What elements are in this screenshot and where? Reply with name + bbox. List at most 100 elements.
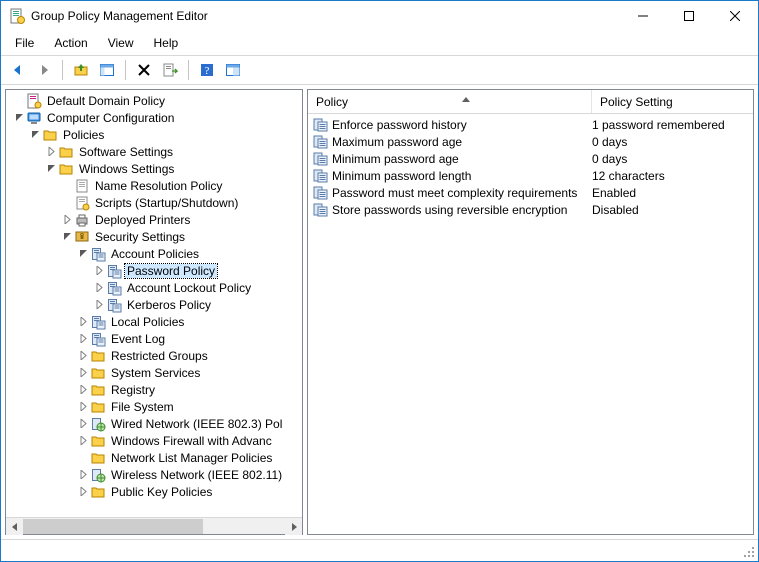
menu-view[interactable]: View	[98, 33, 144, 53]
client-area: Default Domain PolicyComputer Configurat…	[1, 85, 758, 539]
scroll-thumb[interactable]	[23, 519, 203, 534]
back-button[interactable]	[6, 59, 30, 81]
tree-label: Windows Firewall with Advanc	[109, 434, 274, 448]
expander-open-icon[interactable]	[12, 113, 26, 122]
netpol-icon	[90, 467, 106, 483]
expander-closed-icon[interactable]	[76, 317, 90, 326]
tree-row[interactable]: Windows Firewall with Advanc	[6, 432, 302, 449]
setting-icon	[312, 117, 328, 133]
tree-label: Public Key Policies	[109, 485, 214, 499]
column-setting[interactable]: Policy Setting	[592, 90, 742, 113]
policy-name: Store passwords using reversible encrypt…	[332, 203, 567, 217]
expander-closed-icon[interactable]	[92, 266, 106, 275]
tree-row[interactable]: Kerberos Policy	[6, 296, 302, 313]
expander-open-icon[interactable]	[44, 164, 58, 173]
tree-row[interactable]: Network List Manager Policies	[6, 449, 302, 466]
help-button[interactable]: ?	[195, 59, 219, 81]
filter-button[interactable]	[221, 59, 245, 81]
up-button[interactable]	[69, 59, 93, 81]
expander-closed-icon[interactable]	[76, 419, 90, 428]
policy-name: Password must meet complexity requiremen…	[332, 186, 577, 200]
close-button[interactable]	[712, 1, 758, 31]
expander-open-icon[interactable]	[76, 249, 90, 258]
tree-row[interactable]: Public Key Policies	[6, 483, 302, 500]
policy-value: 1 password remembered	[592, 118, 725, 132]
tree-row[interactable]: Security Settings	[6, 228, 302, 245]
tree-label: System Services	[109, 366, 202, 380]
expander-closed-icon[interactable]	[76, 351, 90, 360]
menu-file[interactable]: File	[5, 33, 44, 53]
resize-grip-icon[interactable]	[744, 547, 756, 559]
list-view[interactable]: Enforce password history1 password remem…	[308, 114, 753, 534]
tree-row[interactable]: Wireless Network (IEEE 802.11)	[6, 466, 302, 483]
expander-closed-icon[interactable]	[76, 402, 90, 411]
window-title: Group Policy Management Editor	[31, 9, 620, 23]
expander-open-icon[interactable]	[60, 232, 74, 241]
tree-label: Deployed Printers	[93, 213, 192, 227]
sort-ascending-icon	[348, 97, 583, 102]
expander-closed-icon[interactable]	[92, 300, 106, 309]
tree-row[interactable]: Account Policies	[6, 245, 302, 262]
tree-row[interactable]: Registry	[6, 381, 302, 398]
expander-closed-icon[interactable]	[76, 470, 90, 479]
expander-closed-icon[interactable]	[76, 368, 90, 377]
menu-help[interactable]: Help	[144, 33, 189, 53]
tree-row[interactable]: Local Policies	[6, 313, 302, 330]
tree-row[interactable]: Deployed Printers	[6, 211, 302, 228]
tree-label: Wireless Network (IEEE 802.11)	[109, 468, 284, 482]
show-hide-tree-button[interactable]	[95, 59, 119, 81]
tree-row[interactable]: Computer Configuration	[6, 109, 302, 126]
delete-button[interactable]	[132, 59, 156, 81]
delete-icon	[136, 62, 152, 78]
scroll-right-arrow-icon[interactable]	[285, 518, 302, 535]
tree-view[interactable]: Default Domain PolicyComputer Configurat…	[6, 90, 302, 517]
expander-closed-icon[interactable]	[76, 334, 90, 343]
tree-row[interactable]: Password Policy	[6, 262, 302, 279]
menu-action[interactable]: Action	[44, 33, 97, 53]
tree-row[interactable]: File System	[6, 398, 302, 415]
tree-row[interactable]: Default Domain Policy	[6, 92, 302, 109]
tree-label: Scripts (Startup/Shutdown)	[93, 196, 240, 210]
folder-icon	[90, 399, 106, 415]
tree-row[interactable]: Policies	[6, 126, 302, 143]
netpol-icon	[90, 416, 106, 432]
expander-closed-icon[interactable]	[76, 487, 90, 496]
expander-closed-icon[interactable]	[76, 436, 90, 445]
list-row[interactable]: Store passwords using reversible encrypt…	[308, 201, 753, 218]
list-row[interactable]: Password must meet complexity requiremen…	[308, 184, 753, 201]
tree-row[interactable]: System Services	[6, 364, 302, 381]
expander-closed-icon[interactable]	[60, 215, 74, 224]
list-row[interactable]: Maximum password age0 days	[308, 133, 753, 150]
policy-name: Minimum password age	[332, 152, 459, 166]
tree-label: Security Settings	[93, 230, 187, 244]
setting-icon	[312, 134, 328, 150]
expander-open-icon[interactable]	[28, 130, 42, 139]
expander-closed-icon[interactable]	[92, 283, 106, 292]
scroll-left-arrow-icon[interactable]	[6, 518, 23, 535]
tree-label: Wired Network (IEEE 802.3) Pol	[109, 417, 284, 431]
list-row[interactable]: Minimum password length12 characters	[308, 167, 753, 184]
expander-closed-icon[interactable]	[76, 385, 90, 394]
policy-icon	[106, 297, 122, 313]
security-icon	[74, 229, 90, 245]
tree-row[interactable]: Event Log	[6, 330, 302, 347]
tree-row[interactable]: Software Settings	[6, 143, 302, 160]
maximize-button[interactable]	[666, 1, 712, 31]
tree-row[interactable]: Restricted Groups	[6, 347, 302, 364]
folder-icon	[90, 365, 106, 381]
horizontal-scrollbar[interactable]	[6, 517, 302, 534]
list-row[interactable]: Minimum password age0 days	[308, 150, 753, 167]
window-frame: Group Policy Management Editor File Acti…	[0, 0, 759, 562]
export-button[interactable]	[158, 59, 182, 81]
minimize-button[interactable]	[620, 1, 666, 31]
tree-row[interactable]: Windows Settings	[6, 160, 302, 177]
tree-row[interactable]: Wired Network (IEEE 802.3) Pol	[6, 415, 302, 432]
forward-button[interactable]	[32, 59, 56, 81]
column-policy[interactable]: Policy	[308, 90, 592, 113]
column-policy-label: Policy	[316, 95, 348, 109]
expander-closed-icon[interactable]	[44, 147, 58, 156]
tree-row[interactable]: Name Resolution Policy	[6, 177, 302, 194]
tree-row[interactable]: Scripts (Startup/Shutdown)	[6, 194, 302, 211]
list-row[interactable]: Enforce password history1 password remem…	[308, 116, 753, 133]
tree-row[interactable]: Account Lockout Policy	[6, 279, 302, 296]
